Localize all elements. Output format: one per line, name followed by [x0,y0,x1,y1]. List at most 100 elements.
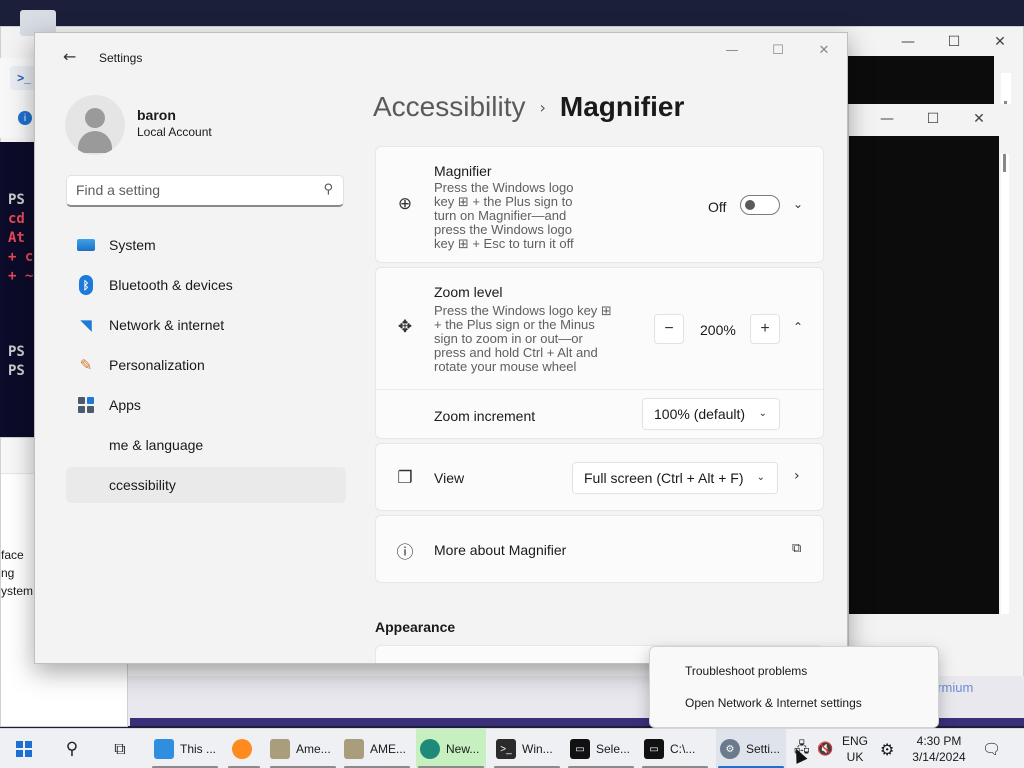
dropdown-value: Full screen (Ctrl + Alt + F) [584,470,744,486]
breadcrumb: Accessibility › Magnifier [373,91,684,123]
sidebar-item-label: me & language [109,437,204,453]
sidebar-item-time-language[interactable]: me & language [66,427,346,463]
clock-date: 3/14/2024 [912,750,966,764]
page-title: Magnifier [559,91,685,122]
card-title: View [434,470,465,486]
taskbar-app[interactable]: ▭ C:\... [640,729,710,768]
maximize-button[interactable]: ☐ [755,35,801,65]
chevron-down-icon[interactable]: ⌄ [793,197,803,211]
taskbar-app[interactable]: AME... [342,729,412,768]
maximize-icon[interactable]: ☐ [910,104,956,134]
window-title: Settings [99,51,143,65]
search-icon[interactable]: ⚲ [56,729,88,768]
console-area [848,56,994,106]
windows-logo-icon [16,741,32,757]
taskbar-app[interactable]: This ... [150,729,220,768]
zoom-out-button[interactable]: − [654,314,684,344]
card-title: Zoom level [434,284,503,300]
network-context-menu: Troubleshoot problems Open Network & Int… [649,646,939,728]
menu-item-network-settings[interactable]: Open Network & Internet settings [685,696,862,710]
sidebar-nav: System ᛒ Bluetooth & devices ◥ Network &… [66,227,346,507]
taskbar-app[interactable]: >_ Win... [492,729,562,768]
user-name: baron [137,107,176,123]
sidebar-item-label: Apps [109,397,141,413]
zoom-increment-dropdown[interactable]: 100% (default) ⌄ [642,398,780,430]
magnifier-toggle[interactable] [740,195,780,215]
search-icon[interactable]: ⚲ [323,182,333,197]
language-code: ENG [842,734,869,748]
avatar[interactable] [65,95,125,155]
zoom-value: 200% [700,322,736,338]
package-icon [344,739,364,759]
taskbar-app[interactable]: Ame... [268,729,338,768]
appearance-heading: Appearance [375,619,456,635]
volume-muted-icon[interactable]: 🔇 [817,729,837,768]
sidebar-item-network[interactable]: ◥ Network & internet [66,307,346,343]
close-icon[interactable]: ✕ [977,27,1023,57]
sidebar-item-apps[interactable]: Apps [66,387,346,423]
more-about-magnifier-card[interactable]: ⓘ More about Magnifier ⧉ [375,515,824,583]
taskbar-app-label: Win... [522,742,553,756]
card-description: + the Plus sign or the Minus [434,317,595,332]
card-description: Press the Windows logo [434,180,574,195]
taskbar: ⚲ ⧉ This ... Ame... AME... New... >_ Win… [0,728,1024,768]
background-console-window: — ☐ ✕ [848,104,1012,676]
view-card: ❐ View Full screen (Ctrl + Alt + F) ⌄ › [375,443,824,511]
taskbar-app[interactable]: ⚙ Setti... [716,729,786,768]
menu-item-troubleshoot[interactable]: Troubleshoot problems [685,664,807,678]
sidebar-item-personalization[interactable]: ✎ Personalization [66,347,346,383]
minimize-icon[interactable]: — [885,27,931,57]
close-button[interactable]: ✕ [801,35,847,65]
sidebar-item-bluetooth[interactable]: ᛒ Bluetooth & devices [66,267,346,303]
language-indicator[interactable]: ENG UK [842,733,868,765]
taskbar-app[interactable]: New... [416,729,486,768]
chevron-up-icon[interactable]: ⌃ [793,320,803,334]
language-region: UK [846,750,864,764]
sidebar-item-system[interactable]: System [66,227,346,263]
maximize-icon[interactable]: ☐ [931,27,977,57]
minimize-button[interactable]: — [709,35,755,65]
start-button[interactable] [8,729,40,768]
clock[interactable]: 4:30 PM 3/14/2024 [908,733,970,765]
taskbar-app[interactable]: ▭ Sele... [566,729,636,768]
scrollbar[interactable] [1001,154,1009,614]
zoom-level-card: ✥ Zoom level Press the Windows logo key … [375,267,824,439]
taskbar-app-label: New... [446,742,480,756]
chevron-right-icon[interactable]: › [794,468,800,484]
sidebar-item-label: Bluetooth & devices [109,277,233,293]
info-icon: i [18,111,32,125]
minimize-icon[interactable]: — [864,104,910,134]
zoom-increment-label: Zoom increment [434,408,536,424]
search-input[interactable] [67,176,307,204]
toggle-state-label: Off [708,199,727,215]
card-description: key ⊞ + the Plus sign to [434,194,573,209]
zoom-in-button[interactable]: + [750,314,780,344]
view-dropdown[interactable]: Full screen (Ctrl + Alt + F) ⌄ [572,462,778,494]
card-description: rotate your mouse wheel [434,359,577,374]
console-icon: ▭ [644,739,664,759]
card-description: turn on Magnifier—and [434,208,567,223]
firefox-icon [232,739,252,759]
bluetooth-icon: ᛒ [75,274,97,296]
breadcrumb-parent[interactable]: Accessibility [373,91,525,123]
search-box[interactable]: ⚲ [66,175,344,207]
notification-icon[interactable]: 🗨 [982,729,1002,768]
task-view-icon[interactable]: ⧉ [104,729,136,768]
package-icon [270,739,290,759]
edge-icon [420,739,440,759]
console-icon: ▭ [570,739,590,759]
external-link-icon[interactable]: ⧉ [792,541,801,556]
card-description: sign to zoom in or out—or [434,331,583,346]
globe-icon [75,434,97,456]
settings-icon[interactable]: ⚙ [880,729,900,768]
close-icon[interactable]: ✕ [956,104,1002,134]
magnifier-card[interactable]: ⊕ Magnifier Press the Windows logo key ⊞… [375,146,824,263]
back-arrow-icon[interactable]: ← [63,47,76,66]
chevron-down-icon: ⌄ [758,408,767,419]
taskbar-app-label: AME... [370,742,407,756]
settings-gear-icon: ⚙ [720,739,740,759]
view-icon: ❐ [397,468,413,488]
sidebar-item-accessibility[interactable]: ccessibility [66,467,346,503]
taskbar-app[interactable] [226,729,262,768]
title-bar[interactable]: ← Settings — ☐ ✕ [35,33,847,79]
